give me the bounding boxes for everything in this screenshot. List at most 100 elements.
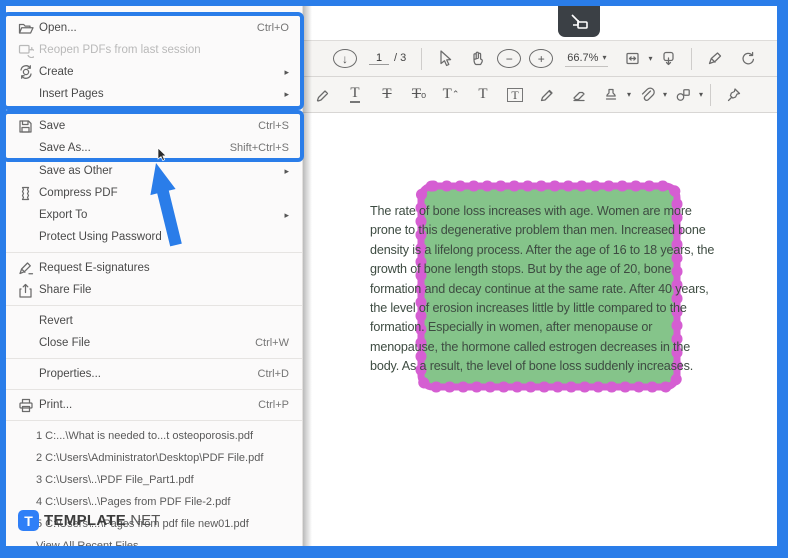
chevron-down-icon[interactable]: ▾: [663, 90, 667, 99]
menu-separator: [6, 252, 302, 253]
menu-item-reopen-pdfs: Reopen PDFs from last session: [6, 39, 302, 61]
replace-text-icon: T: [411, 86, 422, 102]
chevron-down-icon[interactable]: ▾: [648, 54, 652, 63]
current-page-input[interactable]: 1: [369, 52, 389, 65]
text-comment-icon: T: [478, 86, 488, 102]
save-icon: [18, 119, 39, 134]
main-toolbar: ↓ 1 / 3 − + 66.7% ▾ ▾: [303, 40, 777, 77]
template-net-logo-icon: T: [18, 510, 39, 531]
menu-item-export-to[interactable]: Export To ▸: [6, 204, 302, 226]
document-paragraph: The rate of bone loss increases with age…: [370, 202, 714, 377]
save-download-circle-icon[interactable]: ↓: [333, 49, 357, 68]
screenshot-frame: ↓ 1 / 3 − + 66.7% ▾ ▾ T T T o T ⌃ T T ▾ …: [0, 0, 788, 558]
menu-item-close-file[interactable]: Close File Ctrl+W: [6, 332, 302, 354]
erase-tool-button[interactable]: [567, 82, 591, 108]
compress-pdf-icon: [18, 186, 39, 201]
chevron-down-icon: ▾: [602, 53, 607, 62]
replace-text-tool[interactable]: To: [407, 82, 431, 108]
fit-width-icon: [626, 52, 639, 65]
menu-item-request-esignatures[interactable]: Request E-signatures: [6, 257, 302, 279]
zoom-out-button[interactable]: −: [497, 49, 522, 68]
zoom-in-button[interactable]: +: [529, 49, 554, 68]
shrink-into-window-icon: [571, 13, 588, 29]
stamp-icon: [605, 88, 617, 100]
select-tool-button[interactable]: [433, 46, 457, 72]
menu-separator: [6, 305, 302, 306]
chevron-down-icon[interactable]: ▾: [627, 90, 631, 99]
paragraph-line: formation and decay continue at the same…: [370, 281, 709, 296]
stamp-tool-button[interactable]: [599, 82, 623, 108]
underline-text-tool[interactable]: T: [343, 82, 367, 108]
watermark-name: TEMPLATE: [44, 511, 127, 529]
comment-toolbar: T T To T ⌃ T T ▾ ▾ ▾: [303, 77, 777, 113]
menu-item-view-all-recent[interactable]: View All Recent Files: [6, 535, 302, 546]
menu-item-create[interactable]: Create ▸: [6, 61, 302, 83]
menu-item-save-as-other[interactable]: Save as Other ▸: [6, 160, 302, 182]
menu-item-save[interactable]: Save Ctrl+S: [6, 115, 302, 137]
shapes-tool-button[interactable]: [671, 82, 695, 108]
chevron-down-icon[interactable]: ▾: [699, 90, 703, 99]
menu-separator: [6, 389, 302, 390]
paperclip-icon: [641, 87, 655, 101]
page-count-label: / 3: [394, 52, 407, 64]
submenu-arrow-icon: ▸: [284, 66, 289, 77]
keep-tool-selected-button[interactable]: [722, 82, 746, 108]
menu-item-revert[interactable]: Revert: [6, 310, 302, 332]
recent-file-2[interactable]: 2 C:\Users\Administrator\Desktop\PDF Fil…: [6, 447, 302, 469]
recent-file-1[interactable]: 1 C:...\What is needed to...t osteoporos…: [6, 425, 302, 447]
fill-sign-button[interactable]: [703, 46, 727, 72]
shapes-icon: [676, 88, 690, 101]
tab-strip: [303, 6, 777, 40]
add-text-comment-tool[interactable]: T: [471, 82, 495, 108]
screen-capture-icon[interactable]: [558, 6, 600, 37]
rotate-refresh-icon: [742, 51, 754, 65]
reopen-session-icon: [18, 43, 39, 58]
draw-tool-button[interactable]: [535, 82, 559, 108]
hand-tool-button[interactable]: [465, 46, 489, 72]
refresh-view-button[interactable]: [735, 46, 759, 72]
attach-tool-button[interactable]: [635, 82, 659, 108]
paragraph-line: The rate of bone loss increases with age…: [370, 204, 692, 218]
zoom-level-select[interactable]: 66.7% ▾: [565, 50, 609, 67]
hand-icon: [473, 51, 483, 66]
menu-item-properties[interactable]: Properties... Ctrl+D: [6, 363, 302, 385]
highlight-tool-button[interactable]: [311, 82, 335, 108]
menu-item-open[interactable]: Open... Ctrl+O: [6, 17, 302, 39]
acrobat-window: ↓ 1 / 3 − + 66.7% ▾ ▾ T T T o T ⌃ T T ▾ …: [6, 6, 777, 546]
toolbar-divider: [421, 47, 423, 70]
text-box-tool[interactable]: T: [503, 82, 527, 108]
submenu-arrow-icon: ▸: [284, 88, 289, 99]
menu-separator: [6, 420, 302, 421]
insert-text-tool[interactable]: T ⌃: [439, 82, 463, 108]
paragraph-line: prone to this degenerative problem than …: [370, 223, 706, 238]
fit-page-button[interactable]: [620, 46, 644, 72]
menu-item-protect-password[interactable]: Protect Using Password: [6, 226, 302, 248]
scrolling-page-icon: [663, 51, 674, 65]
submenu-arrow-icon: ▸: [284, 165, 289, 176]
paragraph-line: the level of erosion increases little by…: [370, 301, 687, 316]
text-box-icon: T: [507, 87, 523, 102]
menu-item-share-file[interactable]: Share File: [6, 279, 302, 301]
paragraph-line: body. As a result, the level of bone los…: [370, 359, 694, 374]
underline-T-icon: T: [350, 85, 360, 103]
watermark-tld: .NET: [126, 511, 161, 529]
menu-item-compress-pdf[interactable]: Compress PDF: [6, 182, 302, 204]
page-scrolling-button[interactable]: [656, 46, 680, 72]
create-pdf-icon: [18, 64, 39, 80]
recent-file-3[interactable]: 3 C:\Users\..\PDF File_Part1.pdf: [6, 469, 302, 491]
cursor-arrow-icon: [440, 50, 452, 67]
pdf-page[interactable]: The rate of bone loss increases with age…: [303, 113, 777, 546]
highlighter-icon: [316, 89, 329, 102]
menu-item-print[interactable]: Print... Ctrl+P: [6, 394, 302, 416]
strikethrough-text-tool[interactable]: T: [375, 82, 399, 108]
menu-item-save-as[interactable]: Save As... Shift+Ctrl+S: [6, 137, 302, 159]
menu-item-insert-pages[interactable]: Insert Pages ▸: [6, 83, 302, 105]
zoom-level-value: 66.7%: [567, 52, 599, 64]
menu-separator: [6, 358, 302, 359]
paragraph-line: formation. Especially in women, after me…: [370, 320, 653, 335]
eraser-icon: [573, 91, 585, 101]
paragraph-line: menopause, the hormone called estrogen d…: [370, 339, 691, 354]
toolbar-divider: [691, 47, 693, 70]
share-icon: [18, 283, 39, 298]
pin-icon: [727, 87, 741, 101]
